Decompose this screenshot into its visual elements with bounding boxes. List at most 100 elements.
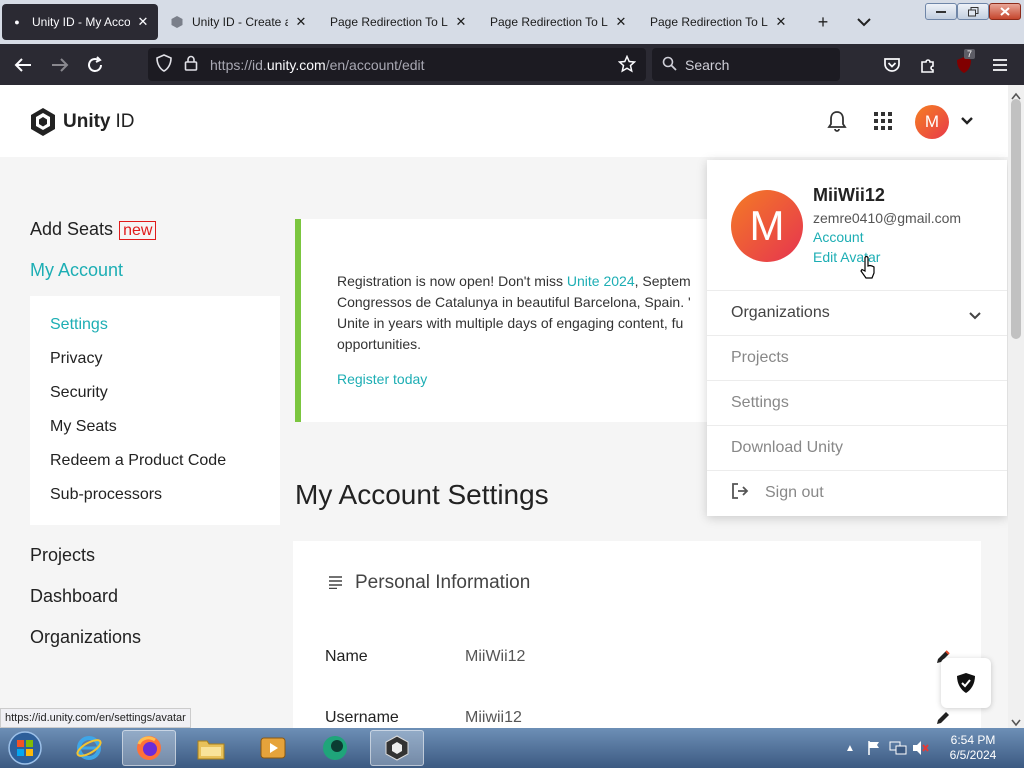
tab-unity-create[interactable]: Unity ID - Create a Unity ID ✕ (162, 4, 316, 40)
tab-close-icon[interactable]: ✕ (454, 14, 468, 30)
dropdown-settings[interactable]: Settings (707, 380, 1007, 425)
close-window-button[interactable] (989, 3, 1021, 20)
minimize-button[interactable] (925, 3, 957, 20)
forward-arrow-icon[interactable] (47, 52, 73, 78)
search-bar[interactable]: Search (652, 48, 840, 81)
padlock-icon[interactable] (184, 55, 198, 74)
sidebar-item-organizations[interactable]: Organizations (30, 627, 141, 648)
privacy-shield-button[interactable] (941, 658, 991, 708)
sidebar-item-projects[interactable]: Projects (30, 545, 95, 566)
unity-logo-icon (31, 108, 55, 136)
firefox-icon (137, 736, 161, 760)
dropdown-download-unity[interactable]: Download Unity (707, 425, 1007, 470)
tab-title: Unity ID - My Account (32, 15, 130, 29)
new-tab-button[interactable]: + (811, 10, 835, 34)
taskbar-app-green[interactable] (308, 730, 362, 766)
dropdown-organizations[interactable]: Organizations (707, 290, 1007, 335)
start-button[interactable] (6, 730, 44, 766)
bookmark-star-icon[interactable] (617, 54, 637, 76)
taskbar-internet-explorer[interactable] (62, 730, 116, 766)
browser-tab-strip: ● Unity ID - My Account ✕ Unity ID - Cre… (0, 0, 1024, 44)
banner-line1-pre: Registration is now open! Don't miss (337, 273, 567, 289)
add-seats-label: Add Seats (30, 219, 114, 239)
taskbar-media-player[interactable] (246, 730, 300, 766)
hamburger-menu-icon[interactable] (987, 52, 1013, 78)
register-today-link[interactable]: Register today (337, 371, 427, 387)
list-all-tabs-button[interactable] (852, 10, 876, 34)
green-app-icon (323, 736, 347, 760)
apps-grid-icon[interactable] (871, 109, 895, 133)
user-avatar[interactable]: M (915, 105, 949, 139)
sidebar-item-my-account[interactable]: My Account (30, 260, 123, 281)
tray-volume-muted-icon[interactable] (912, 740, 930, 761)
subnav-privacy[interactable]: Privacy (50, 350, 102, 368)
tab-close-icon[interactable]: ✕ (774, 14, 788, 30)
page-scrollbar[interactable] (1008, 85, 1024, 728)
tab-redirection-1[interactable]: Page Redirection To Login ✕ (322, 4, 476, 40)
tab-redirection-3[interactable]: Page Redirection To Login ✕ (642, 4, 796, 40)
subnav-redeem-code[interactable]: Redeem a Product Code (50, 452, 226, 470)
dropdown-projects[interactable]: Projects (707, 335, 1007, 380)
unity-hub-icon (385, 735, 409, 761)
dropdown-email: zemre0410@gmail.com (813, 210, 962, 226)
unity-id-logo[interactable]: Unity ID (30, 107, 135, 137)
banner-line2: Congressos de Catalunya in beautiful Bar… (337, 294, 691, 310)
tab-redirection-2[interactable]: Page Redirection To Login ✕ (482, 4, 636, 40)
media-player-icon (260, 737, 286, 759)
tab-unity-my-account[interactable]: ● Unity ID - My Account ✕ (2, 4, 158, 40)
ublock-extension-icon[interactable]: 7 (951, 49, 977, 78)
url-path: /en/account/edit (325, 56, 425, 73)
tray-clock[interactable]: 6:54 PM 6/5/2024 (936, 733, 1010, 763)
dropdown-sign-out[interactable]: Sign out (707, 470, 1007, 515)
url-text[interactable]: https://id.unity.com/en/account/edit (210, 57, 425, 73)
tab-close-icon[interactable]: ✕ (294, 14, 308, 30)
extensions-puzzle-icon[interactable] (915, 52, 941, 78)
tab-title: Page Redirection To Login (650, 15, 768, 29)
url-prefix: https://id. (210, 56, 267, 73)
tracking-shield-icon[interactable] (156, 54, 172, 75)
unity-favicon-icon (170, 15, 184, 29)
dropdown-avatar: M (731, 190, 803, 262)
taskbar-firefox[interactable] (122, 730, 176, 766)
reload-icon[interactable] (82, 52, 108, 78)
extension-badge: 7 (964, 49, 976, 59)
tray-network-icon[interactable] (889, 740, 907, 761)
unite-banner: Registration is now open! Don't miss Uni… (295, 219, 745, 422)
page-title: My Account Settings (295, 479, 549, 510)
restore-button[interactable] (957, 3, 989, 20)
list-lines-icon (329, 576, 343, 594)
url-domain: unity.com (266, 56, 326, 73)
sign-out-icon (731, 482, 749, 505)
notification-bell-icon[interactable] (825, 109, 849, 133)
account-link[interactable]: Account (813, 229, 864, 245)
ie-icon (76, 736, 102, 760)
tab-close-icon[interactable]: ✕ (614, 14, 628, 30)
status-bar-url: https://id.unity.com/en/settings/avatar (0, 708, 191, 728)
tray-flag-icon[interactable] (866, 740, 882, 761)
tab-title: Page Redirection To Login (490, 15, 608, 29)
edit-username-pencil-icon[interactable] (935, 710, 951, 726)
back-arrow-icon[interactable] (10, 52, 36, 78)
username-label: Username (325, 709, 399, 726)
banner-line1-post: , Septem (634, 273, 691, 289)
folder-icon (197, 740, 225, 760)
tray-show-hidden-icon[interactable]: ▲ (845, 743, 855, 754)
sidebar-item-dashboard[interactable]: Dashboard (30, 586, 118, 607)
scroll-thumb[interactable] (1011, 99, 1021, 339)
tab-close-icon[interactable]: ✕ (136, 14, 150, 30)
taskbar-file-explorer[interactable] (184, 730, 238, 766)
subnav-my-seats[interactable]: My Seats (50, 418, 117, 436)
browser-toolbar: https://id.unity.com/en/account/edit Sea… (0, 44, 1024, 85)
subnav-security[interactable]: Security (50, 384, 108, 402)
personal-information-card: Personal Information Name MiiWii12 Usern… (293, 541, 981, 728)
address-bar[interactable]: https://id.unity.com/en/account/edit (148, 48, 646, 81)
chevron-down-icon[interactable] (955, 109, 979, 133)
name-value: MiiWii12 (465, 648, 526, 665)
account-dropdown-menu: M MiiWii12 zemre0410@gmail.com Account E… (707, 160, 1007, 516)
subnav-settings[interactable]: Settings (50, 316, 108, 334)
taskbar-unity-hub[interactable] (370, 730, 424, 766)
unite-2024-link[interactable]: Unite 2024 (567, 273, 635, 289)
subnav-sub-processors[interactable]: Sub-processors (50, 486, 162, 504)
pocket-icon[interactable] (879, 52, 905, 78)
sidebar-item-add-seats[interactable]: Add Seats new (30, 219, 157, 240)
